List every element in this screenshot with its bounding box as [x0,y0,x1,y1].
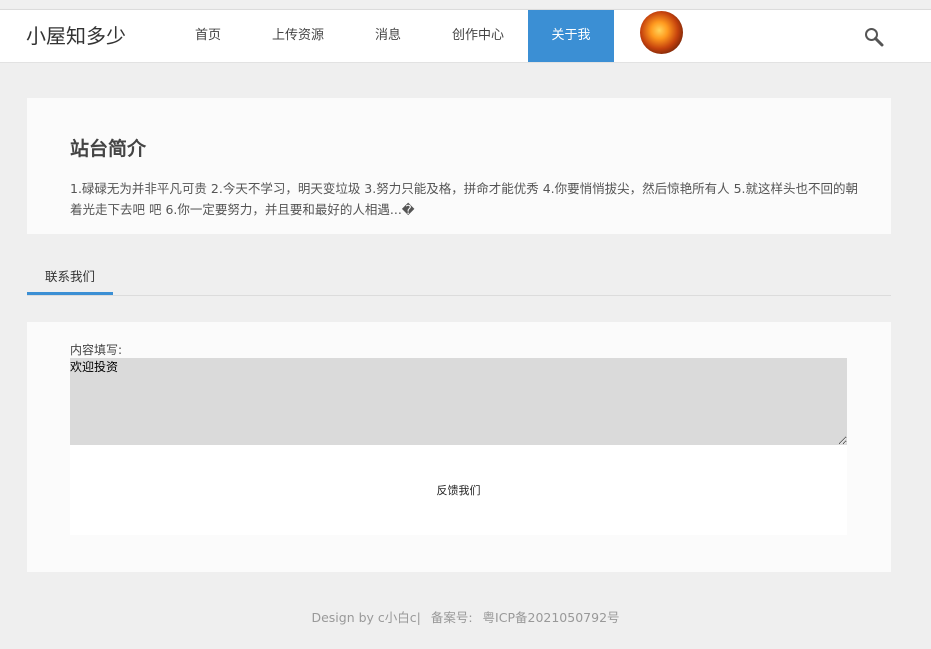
main-nav: 首页 上传资源 消息 创作中心 关于我 [168,10,614,62]
footer-icp-link[interactable]: 粤ICP备2021050792号 [483,610,620,625]
intro-card: 站台简介 1.碌碌无为并非平凡可贵 2.今天不学习，明天变垃圾 3.努力只能及格… [27,98,891,234]
submit-area: 反馈我们 [70,445,847,535]
footer-icp-label: 备案号: [430,610,473,625]
nav-creator-center[interactable]: 创作中心 [428,10,528,62]
top-strip [0,0,931,8]
avatar[interactable] [640,11,683,54]
intro-text: 1.碌碌无为并非平凡可贵 2.今天不学习，明天变垃圾 3.努力只能及格，拼命才能… [70,181,859,217]
nav-home[interactable]: 首页 [168,10,248,62]
tab-contact-us[interactable]: 联系我们 [27,262,113,295]
footer-design: Design by c小白c| [311,610,421,625]
content-textarea[interactable]: 欢迎投资 [70,358,847,445]
intro-title: 站台简介 [70,138,147,160]
footer: Design by c小白c| 备案号: 粤ICP备2021050792号 [0,607,931,626]
site-header: 小屋知多少 首页 上传资源 消息 创作中心 关于我 [0,9,931,63]
nav-messages[interactable]: 消息 [348,10,428,62]
site-brand[interactable]: 小屋知多少 [26,10,126,62]
search-icon[interactable] [864,27,884,47]
nav-about-me[interactable]: 关于我 [528,10,614,62]
tab-bar: 联系我们 [27,262,891,296]
content-field-label: 内容填写: [70,343,123,357]
feedback-form-card: 内容填写: 欢迎投资 反馈我们 [27,322,891,572]
feedback-submit-button[interactable]: 反馈我们 [70,445,847,535]
nav-upload[interactable]: 上传资源 [248,10,348,62]
